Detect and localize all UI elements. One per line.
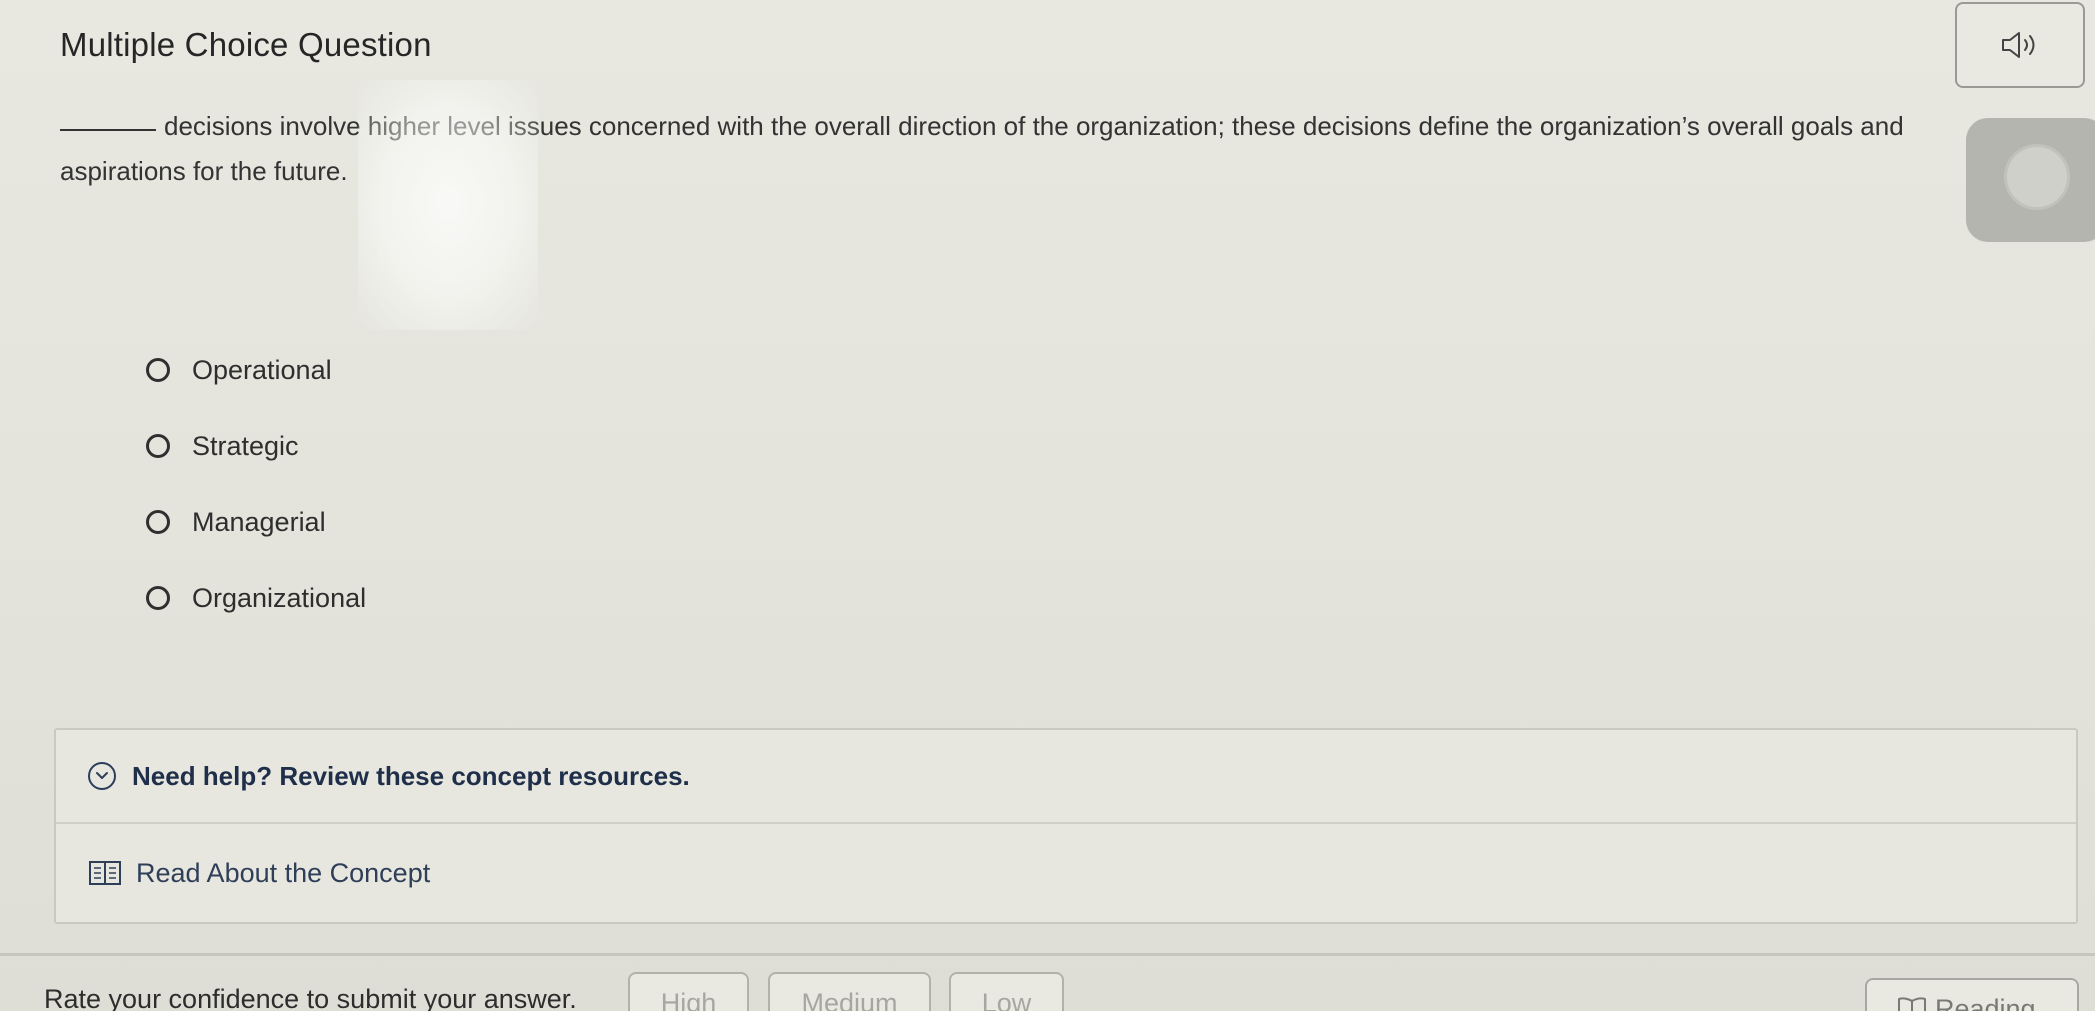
reading-button[interactable]: Reading bbox=[1865, 978, 2079, 1011]
concept-resources-toggle[interactable]: Need help? Review these concept resource… bbox=[56, 730, 2076, 824]
book-icon bbox=[88, 859, 122, 887]
radio-button[interactable] bbox=[146, 510, 170, 534]
concept-resources-panel: Need help? Review these concept resource… bbox=[54, 728, 2078, 924]
answer-options: Operational Strategic Managerial Organiz… bbox=[146, 332, 366, 636]
radio-button[interactable] bbox=[146, 358, 170, 382]
question-prompt: decisions involve higher level issues co… bbox=[60, 104, 2030, 194]
option-label: Organizational bbox=[192, 582, 367, 613]
question-page: Multiple Choice Question decisions invol… bbox=[0, 0, 2095, 1011]
option-label: Managerial bbox=[192, 506, 326, 537]
reading-label: Reading bbox=[1935, 994, 2036, 1011]
chevron-down-icon bbox=[88, 762, 116, 790]
option-label: Strategic bbox=[192, 430, 299, 461]
read-aloud-button[interactable] bbox=[1955, 2, 2085, 88]
read-about-concept-link[interactable]: Read About the Concept bbox=[56, 824, 2076, 922]
answer-option-managerial[interactable]: Managerial bbox=[146, 484, 366, 560]
question-prompt-text: decisions involve higher level issues co… bbox=[60, 111, 1904, 186]
concept-resources-title: Need help? Review these concept resource… bbox=[132, 760, 690, 791]
book-open-icon bbox=[1898, 997, 1926, 1011]
answer-option-operational[interactable]: Operational bbox=[146, 332, 366, 408]
confidence-low-button[interactable]: Low bbox=[949, 972, 1064, 1011]
answer-option-strategic[interactable]: Strategic bbox=[146, 408, 366, 484]
answer-option-organizational[interactable]: Organizational bbox=[146, 560, 366, 636]
speaker-icon bbox=[2002, 32, 2035, 58]
question-type-title: Multiple Choice Question bbox=[60, 26, 432, 63]
radio-button[interactable] bbox=[146, 434, 170, 458]
confidence-prompt: Rate your confidence to submit your answ… bbox=[44, 984, 577, 1011]
option-label: Operational bbox=[192, 354, 332, 385]
read-about-concept-label: Read About the Concept bbox=[136, 857, 431, 888]
footer-divider bbox=[0, 953, 2095, 956]
radio-button[interactable] bbox=[146, 586, 170, 610]
fill-in-blank bbox=[60, 129, 156, 131]
confidence-high-button[interactable]: High bbox=[628, 972, 749, 1011]
confidence-medium-button[interactable]: Medium bbox=[768, 972, 931, 1011]
